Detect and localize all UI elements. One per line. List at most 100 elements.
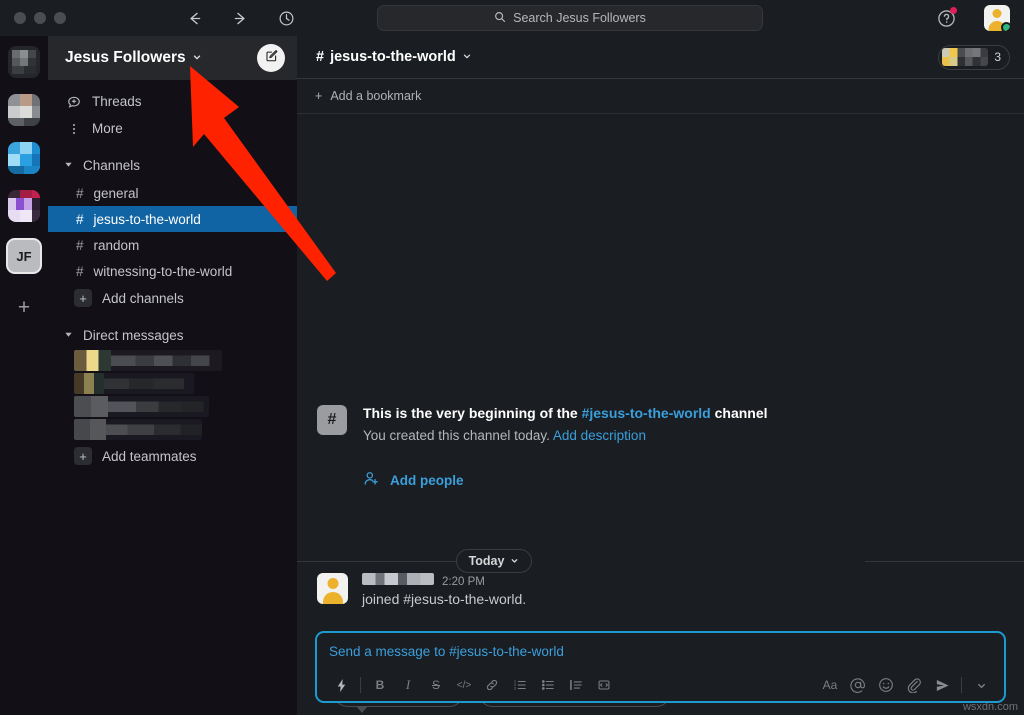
channels-section-header[interactable]: Channels	[48, 150, 297, 180]
shortcuts-lightning-icon[interactable]	[327, 672, 355, 698]
sidebar-item-more[interactable]: More	[48, 115, 297, 142]
attachment-icon[interactable]	[900, 672, 928, 698]
channel-title-dropdown[interactable]: # jesus-to-the-world	[316, 49, 472, 65]
workspace-icon-3[interactable]	[8, 142, 40, 174]
chevron-down-icon	[192, 52, 202, 64]
window-topbar: Search Jesus Followers	[0, 0, 1024, 36]
dm-item-1-redacted[interactable]	[74, 350, 222, 371]
back-arrow-icon[interactable]	[184, 8, 204, 28]
add-bookmark-button[interactable]: Add a bookmark	[330, 89, 421, 103]
bulleted-list-icon[interactable]	[534, 672, 562, 698]
strikethrough-icon[interactable]: S	[422, 672, 450, 698]
svg-text:3: 3	[514, 687, 516, 691]
date-divider: Today	[297, 549, 1024, 573]
avatar[interactable]	[984, 5, 1010, 31]
divider-line-left	[297, 560, 456, 562]
search-input[interactable]: Search Jesus Followers	[377, 5, 763, 31]
send-options-chevron-icon[interactable]	[967, 672, 995, 698]
sidebar-channel-witnessing-to-the-world[interactable]: # witnessing-to-the-world	[48, 258, 297, 284]
code-icon[interactable]: </>	[450, 672, 478, 698]
send-icon[interactable]	[928, 672, 956, 698]
message-author-redacted[interactable]	[362, 573, 434, 585]
sidebar-channel-jesus-to-the-world[interactable]: # jesus-to-the-world	[48, 206, 297, 232]
main-panel: # jesus-to-the-world 3 + Add a bookmark …	[297, 36, 1024, 715]
sidebar-item-threads[interactable]: Threads	[48, 88, 297, 115]
add-people-label: Add people	[390, 472, 464, 488]
workspace-name-dropdown[interactable]: Jesus Followers	[65, 49, 202, 67]
blockquote-icon[interactable]	[562, 672, 590, 698]
avatar[interactable]	[317, 573, 348, 604]
message-content: 2:20 PM joined #jesus-to-the-world.	[362, 573, 526, 607]
intro-channel-link[interactable]: #jesus-to-the-world	[582, 405, 711, 421]
search-placeholder: Search Jesus Followers	[513, 11, 646, 25]
message-input[interactable]: Send a message to #jesus-to-the-world	[317, 633, 1004, 669]
dm-item-4-redacted[interactable]	[74, 419, 202, 440]
message-composer[interactable]: Send a message to #jesus-to-the-world B …	[315, 631, 1006, 703]
add-teammates-button[interactable]: + Add teammates	[48, 442, 297, 470]
avatar-head	[327, 578, 338, 589]
sidebar-channel-general[interactable]: # general	[48, 180, 297, 206]
hash-icon: #	[76, 263, 84, 279]
ordered-list-icon[interactable]: 123	[506, 672, 534, 698]
add-workspace-button[interactable]: +	[8, 292, 40, 324]
add-teammates-label: Add teammates	[102, 448, 197, 464]
link-icon[interactable]	[478, 672, 506, 698]
channel-members-button[interactable]: 3	[938, 44, 1010, 70]
formatting-aa-icon[interactable]: Aa	[816, 672, 844, 698]
sidebar-item-label: More	[92, 121, 123, 136]
channels-section-label: Channels	[83, 157, 141, 173]
clock-history-icon[interactable]	[276, 8, 296, 28]
compose-message-button[interactable]	[257, 44, 285, 72]
help-icon[interactable]	[936, 7, 957, 28]
plus-icon: +	[74, 289, 92, 307]
italic-icon[interactable]: I	[394, 672, 422, 698]
message-meta: 2:20 PM	[362, 573, 526, 588]
dm-item-2-redacted[interactable]	[74, 373, 194, 394]
close-window-button[interactable]	[14, 12, 26, 24]
chevron-down-icon	[510, 556, 519, 567]
dm-section-header[interactable]: Direct messages	[48, 320, 297, 350]
avatar-head	[992, 9, 1002, 18]
plus-icon: +	[17, 296, 31, 319]
dm-item-3-redacted[interactable]	[74, 396, 209, 417]
workspace-icon-2[interactable]	[8, 94, 40, 126]
channel-intro-row: # This is the very beginning of the #jes…	[317, 403, 977, 446]
plus-icon: +	[74, 447, 92, 465]
workspace-icon-active-jf[interactable]: JF	[6, 238, 42, 274]
toolbar-divider	[961, 677, 962, 693]
window-traffic-lights	[0, 12, 170, 24]
workspace-icon-1[interactable]	[8, 46, 40, 78]
hash-icon: #	[316, 49, 325, 65]
bold-icon[interactable]: B	[366, 672, 394, 698]
channel-label: random	[93, 237, 140, 253]
forward-arrow-icon[interactable]	[230, 8, 250, 28]
workspace-rail: JF +	[0, 36, 48, 715]
maximize-window-button[interactable]	[54, 12, 66, 24]
message-list: # This is the very beginning of the #jes…	[297, 114, 1024, 715]
channel-label: jesus-to-the-world	[93, 211, 201, 227]
message-item-join: 2:20 PM joined #jesus-to-the-world.	[317, 573, 526, 607]
help-notification-dot	[950, 7, 957, 14]
add-description-link[interactable]: Add description	[553, 428, 646, 443]
composer-tools-right: Aa	[816, 672, 995, 698]
dm-section-label: Direct messages	[83, 327, 184, 343]
code-block-icon[interactable]	[590, 672, 618, 698]
intro-created-text: You created this channel today.	[363, 428, 553, 443]
workspace-header: Jesus Followers	[48, 36, 297, 80]
workspace-name-label: Jesus Followers	[65, 49, 186, 66]
search-area: Search Jesus Followers	[296, 5, 844, 31]
date-divider-button[interactable]: Today	[455, 549, 533, 573]
chevron-down-icon	[64, 330, 74, 341]
channel-intro-text: This is the very beginning of the #jesus…	[363, 403, 768, 446]
sidebar-channel-random[interactable]: # random	[48, 232, 297, 258]
compose-pencil-icon	[264, 48, 279, 68]
workspace-icon-4[interactable]	[8, 190, 40, 222]
add-people-button[interactable]: Add people	[363, 470, 977, 490]
minimize-window-button[interactable]	[34, 12, 46, 24]
hash-icon: #	[76, 211, 84, 227]
add-channels-button[interactable]: + Add channels	[48, 284, 297, 312]
slack-window: Search Jesus Followers JF + Jesus Follow…	[0, 0, 1024, 715]
emoji-icon[interactable]	[872, 672, 900, 698]
divider-line-right	[865, 560, 1024, 562]
mention-icon[interactable]	[844, 672, 872, 698]
